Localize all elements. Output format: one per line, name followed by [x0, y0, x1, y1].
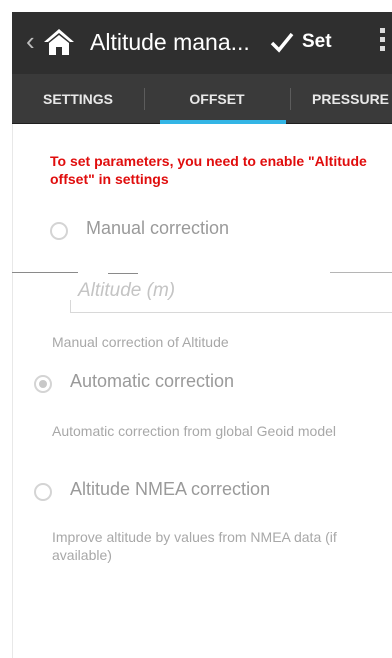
divider	[330, 272, 392, 273]
warning-message: To set parameters, you need to enable "A…	[50, 153, 367, 187]
action-bar: ‹ Altitude mana... Set	[12, 12, 392, 74]
divider	[12, 272, 78, 273]
automatic-correction-radio[interactable]	[34, 375, 52, 393]
screen-title: Altitude mana...	[90, 29, 250, 55]
automatic-correction-label[interactable]: Automatic correction	[70, 371, 234, 392]
back-chevron-icon[interactable]: ‹	[26, 28, 35, 54]
home-icon[interactable]	[42, 27, 76, 57]
manual-correction-radio[interactable]	[50, 222, 68, 240]
manual-correction-hint: Manual correction of Altitude	[52, 334, 229, 350]
altitude-input[interactable]: Altitude (m)	[78, 280, 175, 302]
tab-settings[interactable]: SETTINGS	[12, 74, 144, 124]
tab-bar: SETTINGS OFFSET PRESSURE	[12, 74, 392, 124]
set-button[interactable]: Set	[302, 31, 332, 53]
offset-content: To set parameters, you need to enable "A…	[12, 124, 392, 658]
manual-correction-label[interactable]: Manual correction	[86, 218, 229, 239]
automatic-correction-hint: Automatic correction from global Geoid m…	[52, 423, 337, 439]
check-icon[interactable]	[270, 30, 294, 54]
divider	[108, 273, 138, 274]
input-border	[70, 300, 71, 312]
overflow-menu-icon[interactable]	[380, 28, 386, 58]
tab-offset[interactable]: OFFSET	[144, 74, 290, 124]
input-underline	[70, 312, 392, 313]
nmea-correction-hint: Improve altitude by values from NMEA dat…	[52, 529, 337, 563]
nmea-correction-radio[interactable]	[34, 483, 52, 501]
window-top-border	[12, 0, 392, 12]
tab-pressure[interactable]: PRESSURE	[290, 74, 392, 124]
nmea-correction-label[interactable]: Altitude NMEA correction	[70, 479, 270, 500]
